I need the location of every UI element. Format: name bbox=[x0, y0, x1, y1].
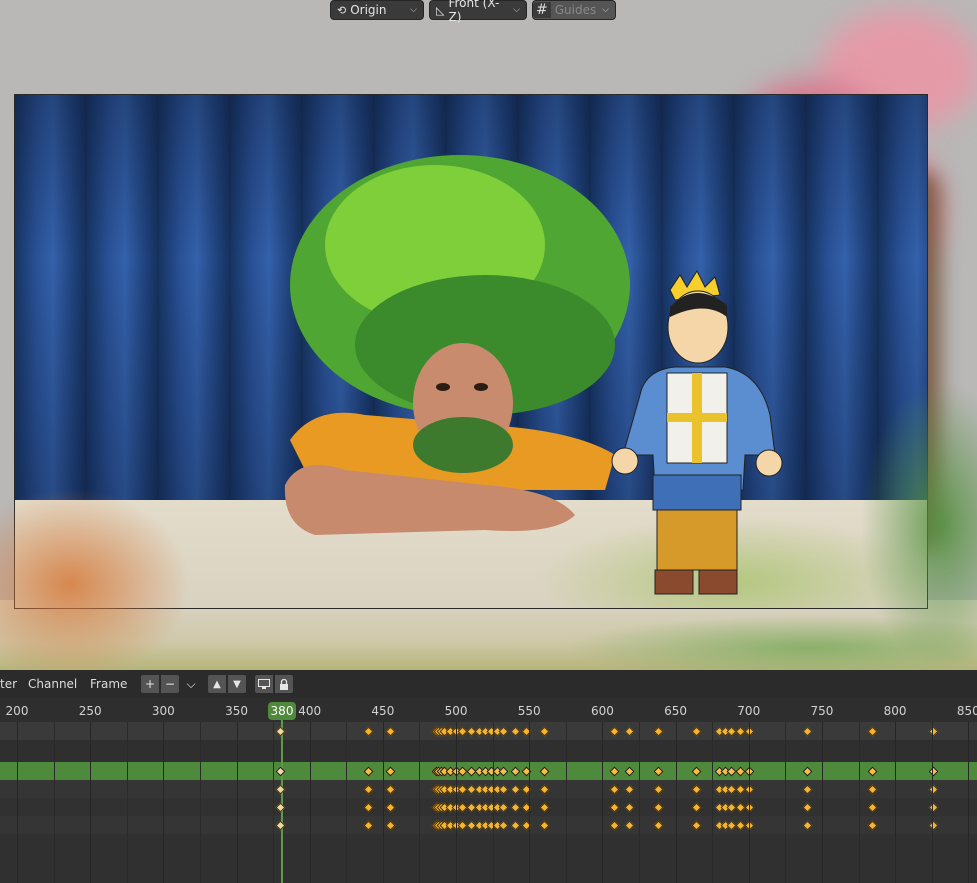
grid-line bbox=[602, 722, 604, 883]
ruler-label: 600 bbox=[590, 704, 614, 718]
current-frame-indicator[interactable]: 380 bbox=[268, 702, 296, 720]
dope-sheet-timeline[interactable]: ter Channel Frame + − ⌵ ▲ ▼ 200 250 300 350… bbox=[0, 670, 977, 883]
person-eye-right bbox=[474, 383, 488, 391]
pivot-icon: ⟲ bbox=[337, 3, 347, 17]
chevron-down-icon: ⌵ bbox=[513, 5, 520, 15]
ruler-label: 450 bbox=[371, 704, 395, 718]
foreground-green-foliage bbox=[860, 380, 977, 670]
view-axis-icon: ◺ bbox=[436, 3, 445, 17]
grid-line-minor bbox=[492, 722, 494, 883]
ruler-label: 750 bbox=[810, 704, 834, 718]
view-orientation-dropdown[interactable]: ◺ Front (X-Z) ⌵ bbox=[429, 0, 527, 24]
grid-line-minor bbox=[126, 722, 128, 883]
person-beard bbox=[413, 417, 513, 473]
lock-icon bbox=[280, 678, 288, 690]
add-button[interactable]: + bbox=[140, 674, 160, 694]
ruler-label: 500 bbox=[444, 704, 468, 718]
frame-ruler[interactable]: 200 250 300 350 400 450 500 550 600 650 700 750 800 8… bbox=[0, 698, 977, 722]
ruler-label: 850 bbox=[956, 704, 977, 718]
channel-row[interactable] bbox=[0, 740, 977, 762]
keyframe-rows bbox=[0, 722, 977, 883]
grid-line-minor bbox=[346, 722, 348, 883]
pivot-point-dropdown[interactable]: ⟲ Origin ⌵ bbox=[330, 0, 424, 20]
pivot-label: Origin bbox=[350, 3, 387, 17]
grid-line bbox=[236, 722, 238, 883]
king-character bbox=[611, 269, 783, 595]
ruler-label: 350 bbox=[225, 704, 248, 718]
move-down-button[interactable]: ▼ bbox=[227, 674, 247, 694]
grid-line-minor bbox=[53, 722, 55, 883]
grid-line bbox=[748, 722, 750, 883]
grid-line-minor bbox=[419, 722, 421, 883]
ruler-label: 400 bbox=[298, 704, 322, 718]
guides-label: Guides bbox=[554, 3, 597, 17]
playhead[interactable] bbox=[281, 720, 283, 883]
monitor-icon bbox=[258, 679, 270, 689]
grid-line-minor bbox=[199, 722, 201, 883]
ruler-label: 200 bbox=[5, 704, 29, 718]
grid-line-minor bbox=[638, 722, 640, 883]
ruler-label: 550 bbox=[517, 704, 541, 718]
grid-line bbox=[163, 722, 165, 883]
grid-icon: # bbox=[533, 2, 551, 18]
ruler-label: 700 bbox=[737, 704, 761, 718]
ruler-label: 250 bbox=[78, 704, 102, 718]
ruler-label: 650 bbox=[664, 704, 688, 718]
chevron-down-icon: ⌵ bbox=[602, 5, 609, 15]
options-dropdown[interactable]: ⌵ bbox=[181, 674, 201, 694]
menu-channel[interactable]: Channel bbox=[28, 677, 77, 691]
menu-filter[interactable]: ter bbox=[0, 677, 17, 691]
guides-dropdown[interactable]: # Guides ⌵ bbox=[532, 0, 616, 20]
grid-line-minor bbox=[273, 722, 275, 883]
grid-line bbox=[309, 722, 311, 883]
chevron-down-icon: ⌵ bbox=[410, 5, 417, 15]
person-eye-left bbox=[436, 383, 450, 391]
foreground-autumn-leaves bbox=[0, 480, 200, 670]
ruler-label: 800 bbox=[883, 704, 907, 718]
timeline-header: ter Channel Frame + − ⌵ ▲ ▼ bbox=[0, 670, 977, 699]
grid-line bbox=[382, 722, 384, 883]
grid-line bbox=[675, 722, 677, 883]
ruler-label: 300 bbox=[151, 704, 175, 718]
lock-button[interactable] bbox=[274, 674, 294, 694]
grid-line bbox=[968, 722, 970, 883]
view-label: Front (X-Z) bbox=[448, 0, 500, 24]
grid-line bbox=[90, 722, 92, 883]
3d-viewport[interactable]: ⟲ Origin ⌵ ◺ Front (X-Z) ⌵ # Guides ⌵ bbox=[0, 0, 977, 670]
grid-line bbox=[821, 722, 823, 883]
grid-line-minor bbox=[712, 722, 714, 883]
grid-line-minor bbox=[931, 722, 933, 883]
grid-line bbox=[529, 722, 531, 883]
move-up-button[interactable]: ▲ bbox=[207, 674, 227, 694]
menu-frame[interactable]: Frame bbox=[90, 677, 127, 691]
grid-line-minor bbox=[785, 722, 787, 883]
grid-line bbox=[456, 722, 458, 883]
grid-line bbox=[895, 722, 897, 883]
grid-line-minor bbox=[858, 722, 860, 883]
channel-row[interactable] bbox=[0, 834, 977, 883]
display-icon[interactable] bbox=[254, 674, 274, 694]
remove-button[interactable]: − bbox=[160, 674, 180, 694]
grid-line-minor bbox=[565, 722, 567, 883]
grid-line bbox=[17, 722, 18, 883]
